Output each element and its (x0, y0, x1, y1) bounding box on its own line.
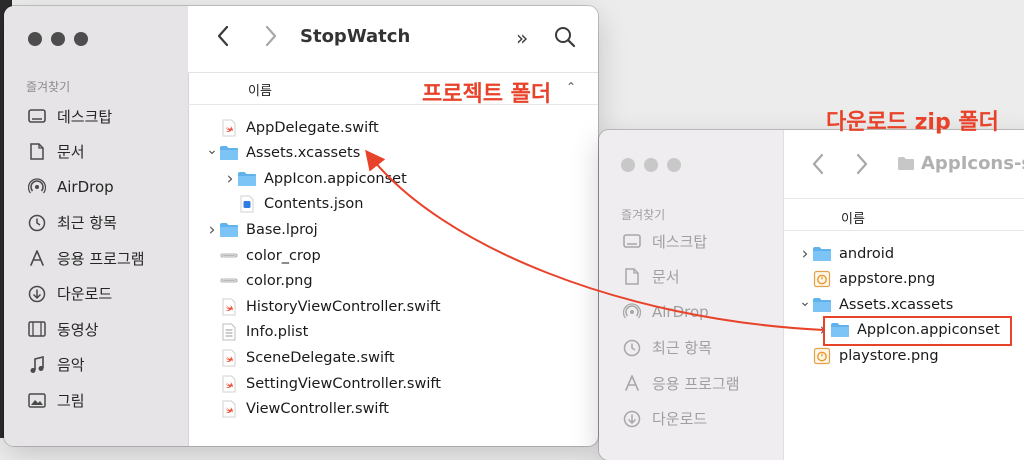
annotation-arrow (365, 149, 825, 331)
arrow-path (365, 149, 825, 331)
